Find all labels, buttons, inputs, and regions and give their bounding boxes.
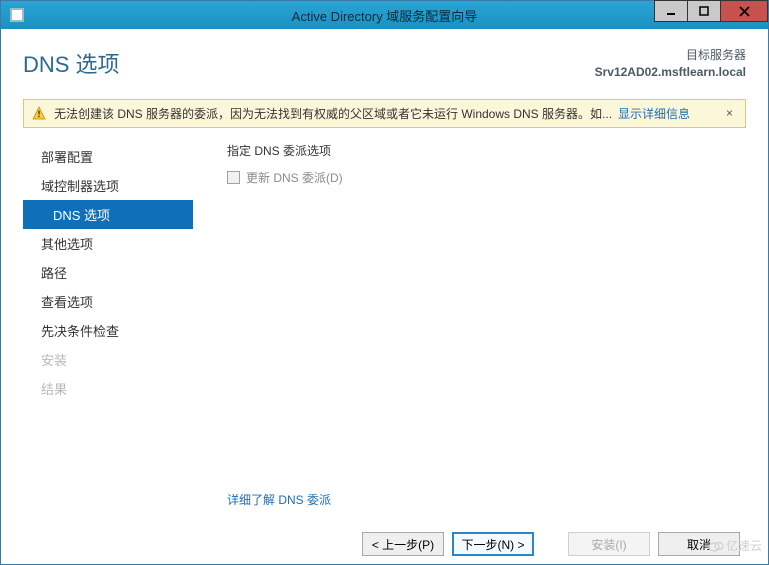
warning-banner: 无法创建该 DNS 服务器的委派，因为无法找到有权威的父区域或者它未运行 Win… xyxy=(23,99,746,128)
sidebar-item-dns-options[interactable]: DNS 选项 xyxy=(23,200,193,229)
sidebar-item-install: 安装 xyxy=(23,345,193,374)
update-dns-delegation-label: 更新 DNS 委派(D) xyxy=(246,169,343,186)
window-controls xyxy=(655,0,768,22)
minimize-button[interactable] xyxy=(654,0,688,22)
warning-details-link[interactable]: 显示详细信息 xyxy=(618,105,690,122)
install-button: 安装(I) xyxy=(568,532,650,556)
sidebar-item-deploy[interactable]: 部署配置 xyxy=(23,142,193,171)
sidebar-item-other-options[interactable]: 其他选项 xyxy=(23,229,193,258)
warning-text: 无法创建该 DNS 服务器的委派，因为无法找到有权威的父区域或者它未运行 Win… xyxy=(54,105,612,122)
wizard-window: Active Directory 域服务配置向导 DNS 选项 目标服务器 Sr… xyxy=(0,0,769,565)
titlebar: Active Directory 域服务配置向导 xyxy=(1,1,768,29)
window-title: Active Directory 域服务配置向导 xyxy=(1,6,768,25)
sidebar-item-paths[interactable]: 路径 xyxy=(23,258,193,287)
spacer xyxy=(542,532,560,556)
sidebar: 部署配置 域控制器选项 DNS 选项 其他选项 路径 查看选项 先决条件检查 安… xyxy=(23,138,193,522)
main-panel: 指定 DNS 委派选项 更新 DNS 委派(D) 详细了解 DNS 委派 xyxy=(193,138,746,522)
footer: < 上一步(P) 下一步(N) > 安装(I) 取消 xyxy=(23,522,746,556)
target-server-box: 目标服务器 Srv12AD02.msftlearn.local xyxy=(595,47,746,81)
section-label: 指定 DNS 委派选项 xyxy=(227,142,738,159)
page-title: DNS 选项 xyxy=(23,47,120,79)
update-dns-delegation-checkbox[interactable] xyxy=(227,171,240,184)
sidebar-item-dc-options[interactable]: 域控制器选项 xyxy=(23,171,193,200)
prev-button[interactable]: < 上一步(P) xyxy=(362,532,444,556)
next-button[interactable]: 下一步(N) > xyxy=(452,532,534,556)
body: 部署配置 域控制器选项 DNS 选项 其他选项 路径 查看选项 先决条件检查 安… xyxy=(23,138,746,522)
maximize-button[interactable] xyxy=(687,0,721,22)
close-button[interactable] xyxy=(720,0,768,22)
target-label: 目标服务器 xyxy=(595,47,746,64)
cancel-button[interactable]: 取消 xyxy=(658,532,740,556)
warning-close-icon[interactable]: × xyxy=(722,106,737,120)
sidebar-item-prereq[interactable]: 先决条件检查 xyxy=(23,316,193,345)
warning-icon xyxy=(32,106,46,120)
sidebar-item-results: 结果 xyxy=(23,374,193,403)
sidebar-item-review[interactable]: 查看选项 xyxy=(23,287,193,316)
header-row: DNS 选项 目标服务器 Srv12AD02.msftlearn.local xyxy=(23,47,746,81)
target-server: Srv12AD02.msftlearn.local xyxy=(595,64,746,81)
content-area: DNS 选项 目标服务器 Srv12AD02.msftlearn.local 无… xyxy=(1,29,768,564)
learn-more-link[interactable]: 详细了解 DNS 委派 xyxy=(227,491,738,508)
update-dns-delegation-row: 更新 DNS 委派(D) xyxy=(227,169,738,186)
